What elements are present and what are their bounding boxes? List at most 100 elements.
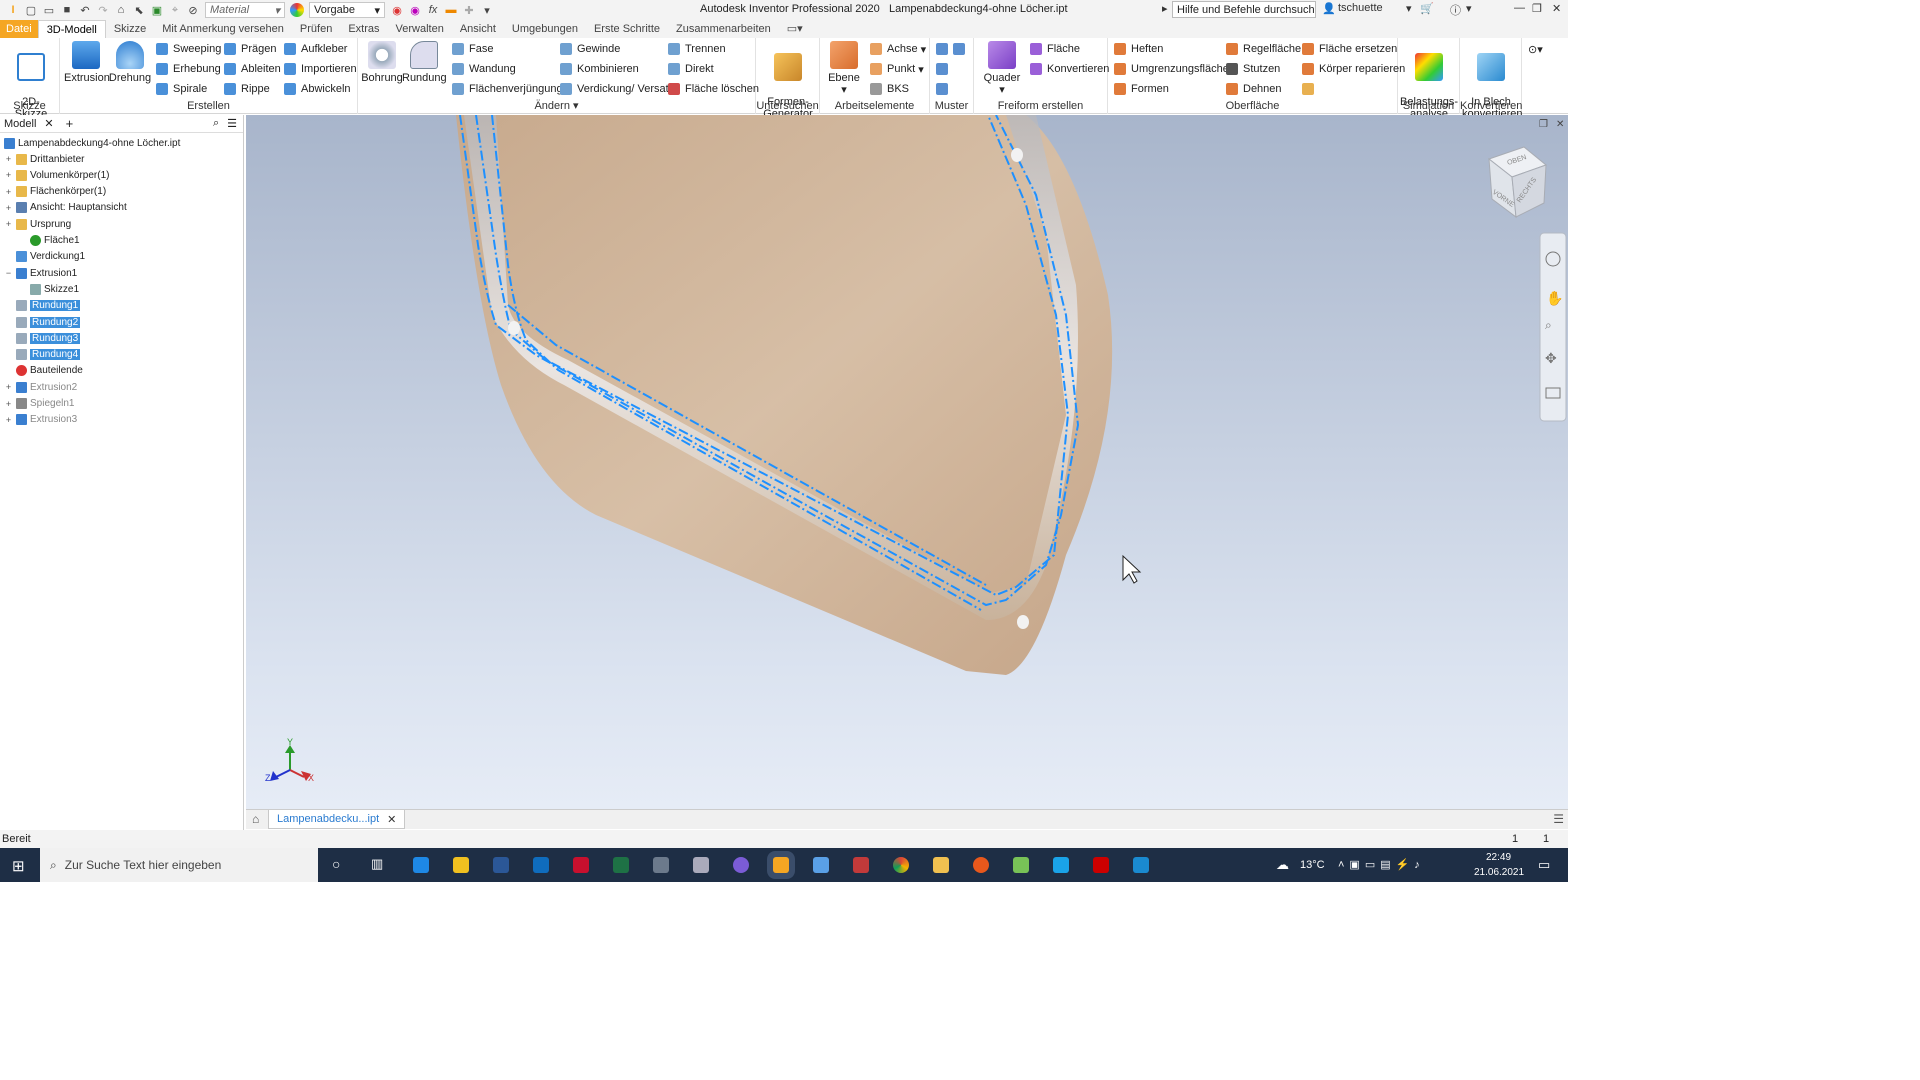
tree-expander-icon[interactable]: + xyxy=(4,154,13,164)
wandung-button[interactable]: Wandung xyxy=(452,60,516,78)
tab-extras[interactable]: Extras xyxy=(340,20,387,38)
tree-item[interactable]: + Ursprung xyxy=(4,216,71,232)
tree-expander-icon[interactable]: − xyxy=(4,268,13,278)
minimize-icon[interactable]: — xyxy=(1514,2,1525,14)
measure-icon[interactable]: ⌖ xyxy=(168,3,182,17)
fase-button[interactable]: Fase xyxy=(452,40,493,58)
viewport-maximize-icon[interactable]: ❐ xyxy=(1539,119,1548,130)
tree-item[interactable]: − Extrusion1 xyxy=(4,265,77,281)
help-dropdown-icon[interactable]: ▾ xyxy=(1466,2,1472,15)
taskbar-app-excel-icon[interactable] xyxy=(613,857,629,873)
taskbar-app-c-icon[interactable] xyxy=(1053,857,1069,873)
spirale-button[interactable]: Spirale xyxy=(156,80,207,98)
quader-button[interactable]: Quader ▾ xyxy=(980,41,1024,96)
tab-anmerkung[interactable]: Mit Anmerkung versehen xyxy=(154,20,292,38)
taskbar-app-n-icon[interactable] xyxy=(1133,857,1149,873)
erhebung-button[interactable]: Erhebung xyxy=(156,60,221,78)
doc-tab[interactable]: Lampenabdecku...ipt ✕ xyxy=(268,810,406,829)
flaechenverjuengung-button[interactable]: Flächenverjüngung xyxy=(452,80,563,98)
tab-ansicht[interactable]: Ansicht xyxy=(452,20,504,38)
panel-label-aendern[interactable]: Ändern ▾ xyxy=(358,99,755,112)
taskbar-app-outlook-icon[interactable] xyxy=(533,857,549,873)
help-icon[interactable]: ⓘ xyxy=(1450,2,1461,18)
tree-item[interactable]: Rundung1 xyxy=(4,298,81,314)
taskbar-app-word-icon[interactable] xyxy=(493,857,509,873)
ebene-button[interactable]: Ebene ▾ xyxy=(824,41,864,96)
verdickung-button[interactable]: Verdickung/ Versatz xyxy=(560,80,674,98)
cortana-icon[interactable]: ○ xyxy=(332,856,340,872)
bohrung-button[interactable]: Bohrung xyxy=(360,41,404,84)
fx-icon[interactable]: fx xyxy=(426,3,440,17)
tree-item[interactable]: + Drittanbieter xyxy=(4,151,84,167)
browser-menu-icon[interactable]: ☰ xyxy=(227,117,237,130)
taskbar-app-plane-icon[interactable] xyxy=(813,857,829,873)
weather-cloud-icon[interactable]: ☁ xyxy=(1276,857,1289,873)
rundung-button[interactable]: Rundung xyxy=(402,41,447,84)
formen-button[interactable]: Formen xyxy=(1114,80,1169,98)
flaeche-loeschen-button[interactable]: Fläche löschen xyxy=(668,80,759,98)
new-file-icon[interactable]: ▢ xyxy=(24,3,38,17)
sketch-pattern-button[interactable] xyxy=(936,80,953,98)
windows-start-icon[interactable]: ⊞ xyxy=(12,857,25,875)
drehung-button[interactable]: Drehung xyxy=(108,41,152,84)
koerper-reparieren-button[interactable]: Körper reparieren xyxy=(1302,60,1405,78)
close-icon[interactable]: ✕ xyxy=(1552,2,1561,15)
trennen-button[interactable]: Trennen xyxy=(668,40,726,58)
direkt-button[interactable]: Direkt xyxy=(668,60,714,78)
update-icon[interactable]: ▣ xyxy=(150,3,164,17)
tray-icons[interactable]: ˄▣▭▤⚡♪ xyxy=(1338,858,1425,871)
task-view-icon[interactable]: ▥ xyxy=(371,856,383,872)
ribbon-options-icon[interactable]: ▭▾ xyxy=(779,20,811,38)
gewinde-button[interactable]: Gewinde xyxy=(560,40,620,58)
tree-expander-icon[interactable]: + xyxy=(4,382,13,392)
taskbar-app-inventor-icon[interactable] xyxy=(773,857,789,873)
tree-item[interactable]: Fläche1 xyxy=(18,233,80,249)
no-icon[interactable]: ⊘ xyxy=(186,3,200,17)
freiform-konvertieren-button[interactable]: Konvertieren xyxy=(1030,60,1109,78)
ipart-icon[interactable]: ▬ xyxy=(444,3,458,17)
undo-icon[interactable]: ↶ xyxy=(78,3,92,17)
tree-root[interactable]: Lampenabdeckung4-ohne Löcher.ipt xyxy=(4,135,180,151)
viewport-close-icon[interactable]: ✕ xyxy=(1556,119,1564,130)
user-icon[interactable]: 👤 xyxy=(1322,2,1336,15)
select-icon[interactable]: ⬉ xyxy=(132,3,146,17)
taskbar-app-orange-icon[interactable] xyxy=(973,857,989,873)
ableiten-button[interactable]: Ableiten xyxy=(224,60,281,78)
open-folder-icon[interactable]: ▭ xyxy=(42,3,56,17)
abwickeln-button[interactable]: Abwickeln xyxy=(284,80,351,98)
tree-item[interactable]: + Extrusion2 xyxy=(4,379,77,395)
inventor-logo-icon[interactable]: I xyxy=(6,3,20,17)
taskbar-app-network-icon[interactable] xyxy=(653,857,669,873)
praegen-button[interactable]: Prägen xyxy=(224,40,276,58)
help-search-input[interactable]: Hilfe und Befehle durchsuchen... xyxy=(1172,1,1316,18)
tree-item[interactable]: Bauteilende xyxy=(4,363,83,379)
tab-erste-schritte[interactable]: Erste Schritte xyxy=(586,20,668,38)
rect-pattern-button[interactable] xyxy=(936,40,970,58)
achse-button[interactable]: Achse ▾ xyxy=(870,40,926,58)
viewcube[interactable]: OBEN VORNE RECHTS xyxy=(1487,146,1548,219)
tree-item[interactable]: + Spiegeln1 xyxy=(4,396,74,412)
doc-tab-close-icon[interactable]: ✕ xyxy=(387,813,396,826)
taskbar-app-files-icon[interactable] xyxy=(413,857,429,873)
graphics-viewport[interactable]: Y X Z OBEN VORNE RECHTS ✋ ⌕ ✥ ❐ ✕ xyxy=(246,115,1568,809)
tree-item[interactable]: Verdickung1 xyxy=(4,249,85,265)
tree-item[interactable]: Rundung2 xyxy=(4,314,81,330)
ribbon-settings-icon[interactable]: ⊙▾ xyxy=(1528,40,1543,58)
taskbar-app-q-icon[interactable] xyxy=(1093,857,1109,873)
clock-date[interactable]: 21.06.2021 xyxy=(1474,867,1524,878)
orbit-icon[interactable]: ✥ xyxy=(1545,351,1557,367)
taskbar-app-storage-icon[interactable] xyxy=(693,857,709,873)
tree-expander-icon[interactable]: + xyxy=(4,415,13,425)
taskbar-app-chrome-icon[interactable] xyxy=(893,857,909,873)
taskbar-app-android-icon[interactable] xyxy=(1013,857,1029,873)
rippe-button[interactable]: Rippe xyxy=(224,80,270,98)
clock-time[interactable]: 22:49 xyxy=(1486,852,1511,863)
tree-item[interactable]: + Flächenkörper(1) xyxy=(4,184,106,200)
fit-mesh-button[interactable] xyxy=(1302,80,1319,98)
home-icon[interactable]: ⌂ xyxy=(114,3,128,17)
notification-icon[interactable]: ▭ xyxy=(1538,857,1550,873)
browser-add-tab-icon[interactable]: + xyxy=(66,116,74,131)
punkt-button[interactable]: Punkt ▾ xyxy=(870,60,924,78)
browser-search-icon[interactable]: ⌕ xyxy=(213,117,219,130)
pan-icon[interactable]: ✋ xyxy=(1546,290,1563,307)
